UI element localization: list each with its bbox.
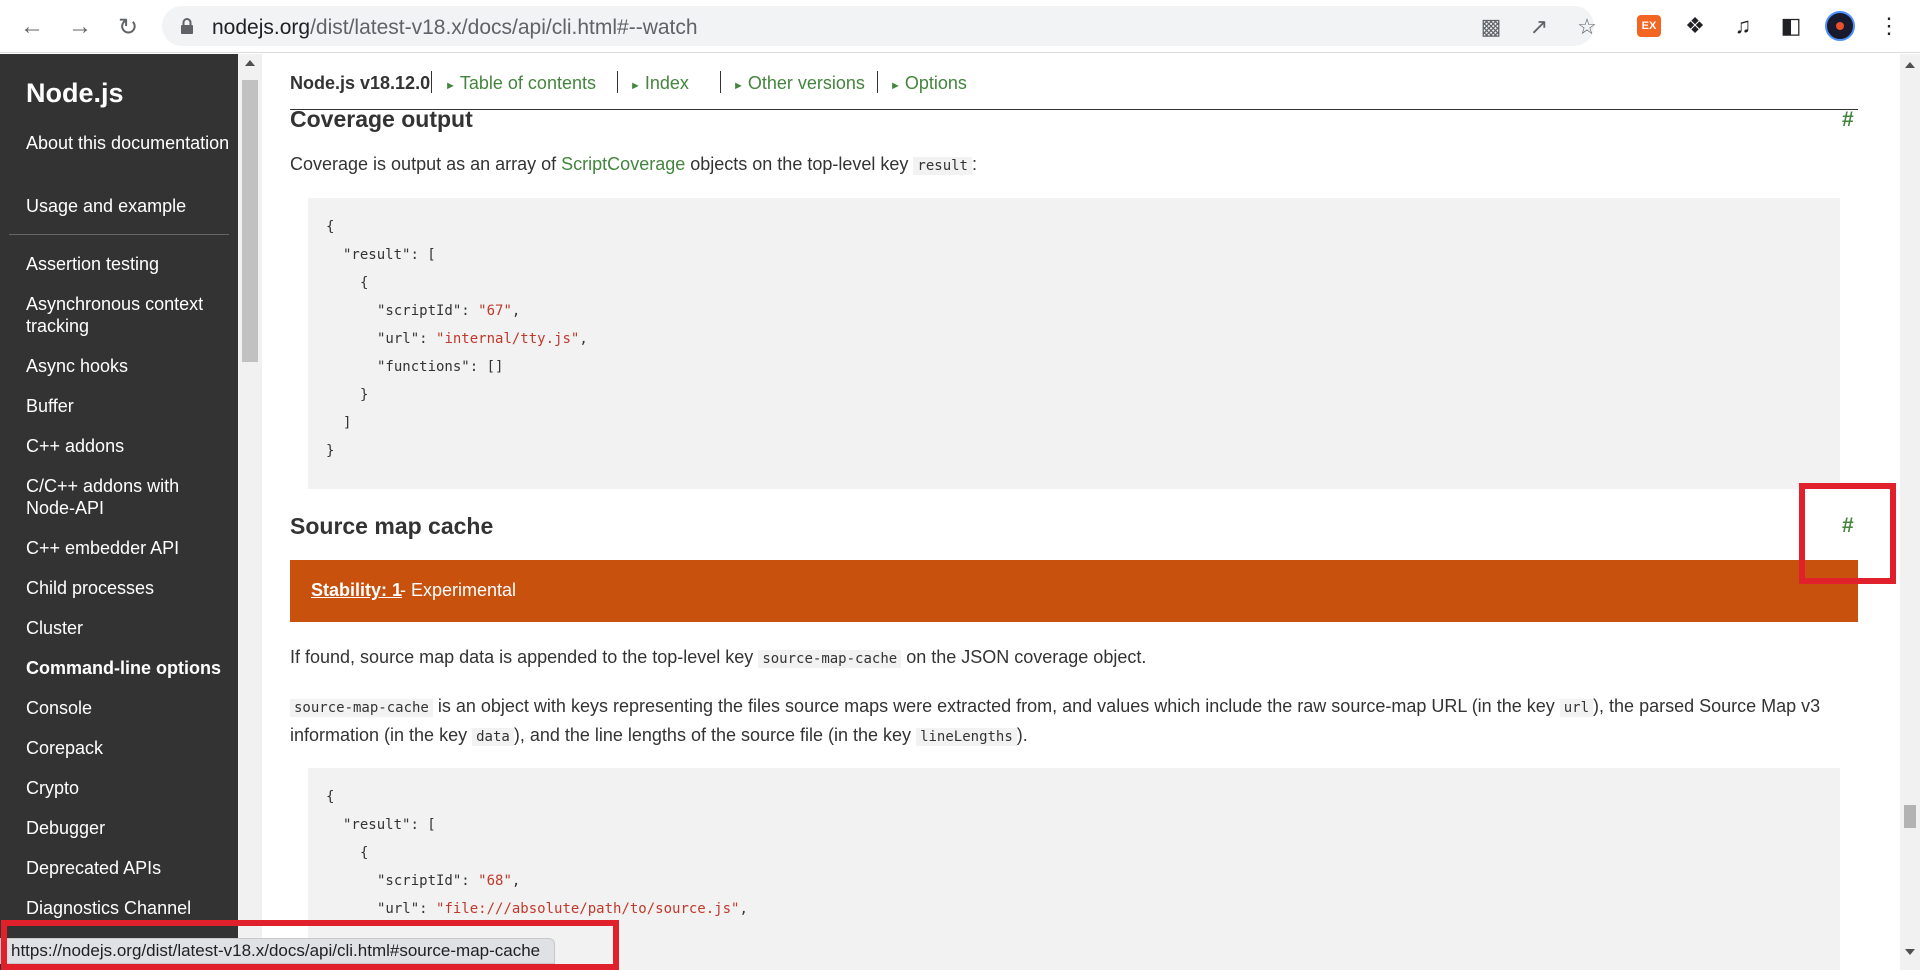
smc-paragraph-2: source-map-cache is an object with keys …	[290, 696, 1821, 746]
profile-avatar[interactable]	[1825, 11, 1855, 41]
sidebar-item-usage[interactable]: Usage and example	[26, 195, 231, 217]
sidebar-item-assertion[interactable]: Assertion testing	[26, 253, 231, 275]
inline-code: url	[1559, 699, 1594, 717]
sidebar-item-debugger[interactable]: Debugger	[26, 817, 231, 839]
sidebar-scroll-thumb[interactable]	[242, 80, 258, 362]
inline-code: lineLengths	[916, 728, 1017, 746]
toc-link[interactable]: ► Table of contents	[445, 73, 596, 94]
triangle-icon: ►	[890, 80, 901, 92]
sidebar-item-cli-options[interactable]: Command-line options	[26, 657, 231, 679]
forward-arrow-icon[interactable]: →	[64, 11, 96, 43]
sidebar-item-about[interactable]: About this documentation	[26, 132, 231, 154]
share-icon[interactable]: ↗	[1526, 14, 1552, 40]
inline-code: result	[913, 157, 972, 175]
script-coverage-link[interactable]: ScriptCoverage	[561, 154, 685, 174]
main-content: Node.js v18.12.0 ► Table of contents ► Ind…	[262, 54, 1900, 970]
sidebar-item-async-context[interactable]: Asynchronous context tracking	[26, 293, 231, 337]
doc-header: Node.js v18.12.0 ► Table of contents ► Ind…	[290, 71, 1858, 110]
header-separator	[431, 71, 432, 93]
smc-paragraph-1: If found, source map data is appended to…	[290, 647, 1147, 668]
scroll-up-arrow-icon[interactable]	[1905, 62, 1915, 68]
sidebar-item-node-api[interactable]: C/C++ addons with Node-API	[26, 475, 231, 519]
sidebar-item-cpp-addons[interactable]: C++ addons	[26, 435, 231, 457]
url-text: nodejs.org/dist/latest-v18.x/docs/api/cl…	[212, 16, 698, 39]
sidebar-item-diagnostics[interactable]: Diagnostics Channel	[26, 897, 231, 919]
highlight-box-anchor	[1799, 483, 1896, 584]
reload-icon[interactable]: ↻	[112, 11, 144, 43]
extension-ex-icon[interactable]: EX	[1637, 15, 1661, 37]
sidebar-item-async-hooks[interactable]: Async hooks	[26, 355, 231, 377]
version-label: Node.js v18.12.0	[290, 73, 431, 93]
sidebar-divider	[9, 234, 229, 235]
inline-code: source-map-cache	[758, 650, 902, 668]
docs-sidebar: Node.js About this documentation Usage a…	[0, 54, 238, 970]
media-control-icon[interactable]: ♫	[1728, 11, 1758, 41]
index-link[interactable]: ► Index	[630, 73, 689, 94]
side-panel-icon[interactable]: ◧	[1776, 11, 1806, 41]
sidebar-item-buffer[interactable]: Buffer	[26, 395, 231, 417]
triangle-icon: ►	[733, 80, 744, 92]
sidebar-item-embedder[interactable]: C++ embedder API	[26, 537, 231, 559]
inline-code: data	[472, 728, 514, 746]
scroll-down-arrow-icon[interactable]	[1905, 949, 1915, 955]
source-map-cache-heading: Source map cache	[290, 513, 494, 539]
options-link[interactable]: ► Options	[890, 73, 967, 94]
page-scroll-thumb[interactable]	[1904, 805, 1916, 828]
back-arrow-icon[interactable]: ←	[16, 11, 48, 43]
sidebar-item-corepack[interactable]: Corepack	[26, 737, 231, 759]
triangle-icon: ►	[445, 80, 456, 92]
stability-link[interactable]: Stability: 1	[311, 580, 402, 601]
sidebar-item-crypto[interactable]: Crypto	[26, 777, 231, 799]
extensions-puzzle-icon[interactable]: ❖	[1680, 11, 1710, 41]
inline-code: source-map-cache	[290, 699, 433, 717]
header-separator	[720, 71, 721, 93]
sidebar-item-child-processes[interactable]: Child processes	[26, 577, 231, 599]
address-bar[interactable]: nodejs.org/dist/latest-v18.x/docs/api/cl…	[162, 6, 1597, 46]
bookmark-star-icon[interactable]: ☆	[1574, 14, 1600, 40]
sidebar-item-console[interactable]: Console	[26, 697, 231, 719]
header-separator	[877, 71, 878, 93]
menu-kebab-icon[interactable]: ⋮	[1874, 11, 1904, 41]
coverage-anchor-link[interactable]: #	[1842, 108, 1854, 132]
triangle-icon: ►	[630, 80, 641, 92]
scroll-up-arrow-icon[interactable]	[245, 60, 255, 66]
stability-banner: Stability: 1 - Experimental	[290, 560, 1858, 622]
sidebar-scrollbar[interactable]	[238, 54, 262, 970]
highlight-box-status	[1, 920, 619, 970]
header-separator	[617, 71, 618, 93]
lock-icon	[181, 18, 193, 34]
other-versions-link[interactable]: ► Other versions	[733, 73, 865, 94]
code-block-coverage: { "result": [ { "scriptId": "67", "url":…	[308, 198, 1840, 489]
sidebar-item-cluster[interactable]: Cluster	[26, 617, 231, 639]
browser-toolbar: ← → ↻ nodejs.org/dist/latest-v18.x/docs/…	[0, 0, 1920, 53]
coverage-paragraph: Coverage is output as an array of Script…	[290, 154, 977, 175]
stability-text: - Experimental	[400, 580, 517, 600]
sidebar-title[interactable]: Node.js	[26, 78, 124, 109]
sidebar-item-deprecated[interactable]: Deprecated APIs	[26, 857, 231, 879]
page-scrollbar[interactable]	[1900, 54, 1920, 970]
coverage-output-heading: Coverage output	[290, 106, 473, 132]
translate-icon[interactable]: ▩	[1478, 14, 1504, 40]
